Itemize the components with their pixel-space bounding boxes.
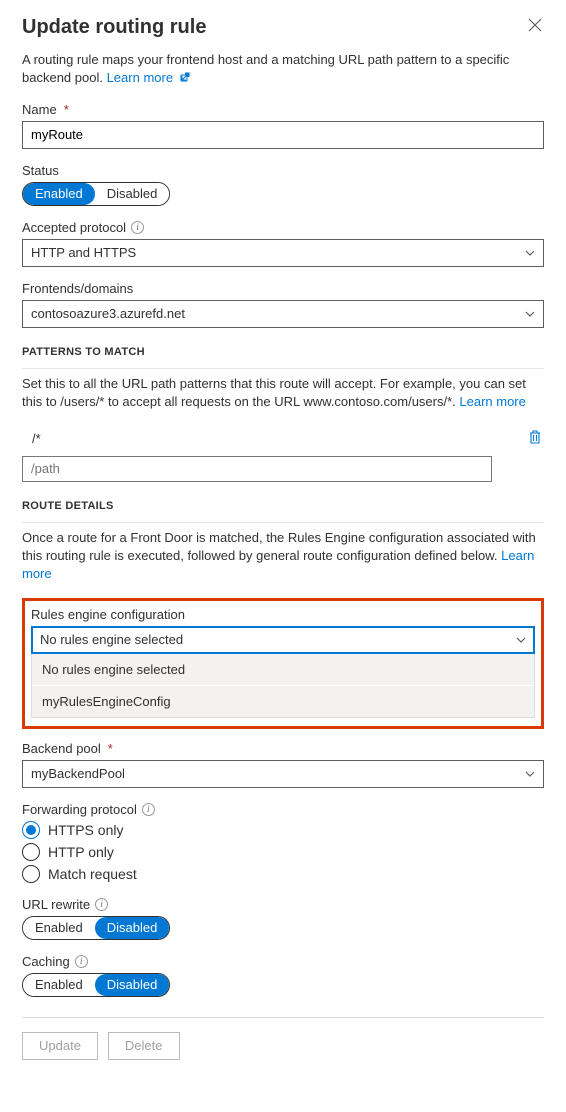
divider (22, 368, 544, 369)
fwd-protocol-option[interactable]: HTTPS only (22, 821, 544, 839)
learn-more-link[interactable]: Learn more (107, 70, 173, 85)
caching-disabled-option[interactable]: Disabled (95, 974, 170, 996)
frontends-value: contosoazure3.azurefd.net (31, 306, 185, 321)
name-label: Name (22, 102, 57, 117)
learn-more-link[interactable]: Learn more (459, 394, 525, 409)
route-details-desc-text: Once a route for a Front Door is matched… (22, 530, 536, 563)
info-icon[interactable]: i (142, 803, 155, 816)
protocol-select[interactable]: HTTP and HTTPS (22, 239, 544, 267)
url-rewrite-disabled-option[interactable]: Disabled (95, 917, 170, 939)
fwd-protocol-label: Forwarding protocol (22, 802, 137, 817)
required-indicator: * (64, 102, 69, 117)
status-disabled-option[interactable]: Disabled (95, 183, 170, 205)
delete-button[interactable]: Delete (108, 1032, 180, 1060)
rules-engine-option[interactable]: myRulesEngineConfig (32, 685, 534, 717)
caching-label: Caching (22, 954, 70, 969)
fwd-protocol-option-label: HTTP only (48, 844, 114, 860)
backend-value: myBackendPool (31, 766, 125, 781)
url-rewrite-label: URL rewrite (22, 897, 90, 912)
protocol-label: Accepted protocol (22, 220, 126, 235)
frontends-select[interactable]: contosoazure3.azurefd.net (22, 300, 544, 328)
rules-engine-select[interactable]: No rules engine selected (31, 626, 535, 654)
caching-toggle[interactable]: Enabled Disabled (22, 973, 170, 997)
external-link-icon (180, 73, 190, 85)
route-details-description: Once a route for a Front Door is matched… (22, 529, 544, 584)
footer: Update Delete (22, 1017, 544, 1060)
chevron-down-icon (516, 634, 526, 646)
chevron-down-icon (525, 247, 535, 259)
name-input[interactable] (22, 121, 544, 149)
delete-icon[interactable] (528, 429, 542, 448)
pattern-row: /* (22, 425, 544, 452)
info-icon[interactable]: i (75, 955, 88, 968)
chevron-down-icon (525, 308, 535, 320)
rules-engine-selected: No rules engine selected (40, 632, 183, 647)
url-rewrite-toggle[interactable]: Enabled Disabled (22, 916, 170, 940)
frontends-label: Frontends/domains (22, 281, 133, 296)
header-description: A routing rule maps your frontend host a… (22, 51, 544, 88)
fwd-protocol-option-label: Match request (48, 866, 137, 882)
rules-engine-highlight: Rules engine configuration No rules engi… (22, 598, 544, 729)
radio-icon[interactable] (22, 843, 40, 861)
backend-select[interactable]: myBackendPool (22, 760, 544, 788)
rules-engine-option[interactable]: No rules engine selected (32, 654, 534, 685)
radio-icon[interactable] (22, 821, 40, 839)
status-enabled-option[interactable]: Enabled (23, 183, 95, 205)
path-input[interactable] (22, 456, 492, 482)
chevron-down-icon (525, 768, 535, 780)
status-label: Status (22, 163, 59, 178)
pattern-value: /* (24, 431, 41, 446)
required-indicator: * (108, 741, 113, 756)
fwd-protocol-option-label: HTTPS only (48, 822, 123, 838)
fwd-protocol-option[interactable]: Match request (22, 865, 544, 883)
radio-icon[interactable] (22, 865, 40, 883)
rules-engine-options: No rules engine selected myRulesEngineCo… (31, 654, 535, 718)
url-rewrite-enabled-option[interactable]: Enabled (23, 917, 95, 939)
caching-enabled-option[interactable]: Enabled (23, 974, 95, 996)
protocol-value: HTTP and HTTPS (31, 245, 136, 260)
route-details-heading: ROUTE DETAILS (22, 500, 544, 512)
status-toggle[interactable]: Enabled Disabled (22, 182, 170, 206)
close-icon[interactable] (526, 16, 544, 38)
rules-engine-label: Rules engine configuration (31, 607, 185, 622)
page-title: Update routing rule (22, 16, 206, 39)
backend-label: Backend pool (22, 741, 101, 756)
patterns-description: Set this to all the URL path patterns th… (22, 375, 544, 411)
update-button[interactable]: Update (22, 1032, 98, 1060)
patterns-heading: PATTERNS TO MATCH (22, 346, 544, 358)
patterns-desc-text: Set this to all the URL path patterns th… (22, 376, 526, 409)
info-icon[interactable]: i (95, 898, 108, 911)
fwd-protocol-option[interactable]: HTTP only (22, 843, 544, 861)
divider (22, 522, 544, 523)
info-icon[interactable]: i (131, 221, 144, 234)
header-desc-text: A routing rule maps your frontend host a… (22, 52, 509, 85)
